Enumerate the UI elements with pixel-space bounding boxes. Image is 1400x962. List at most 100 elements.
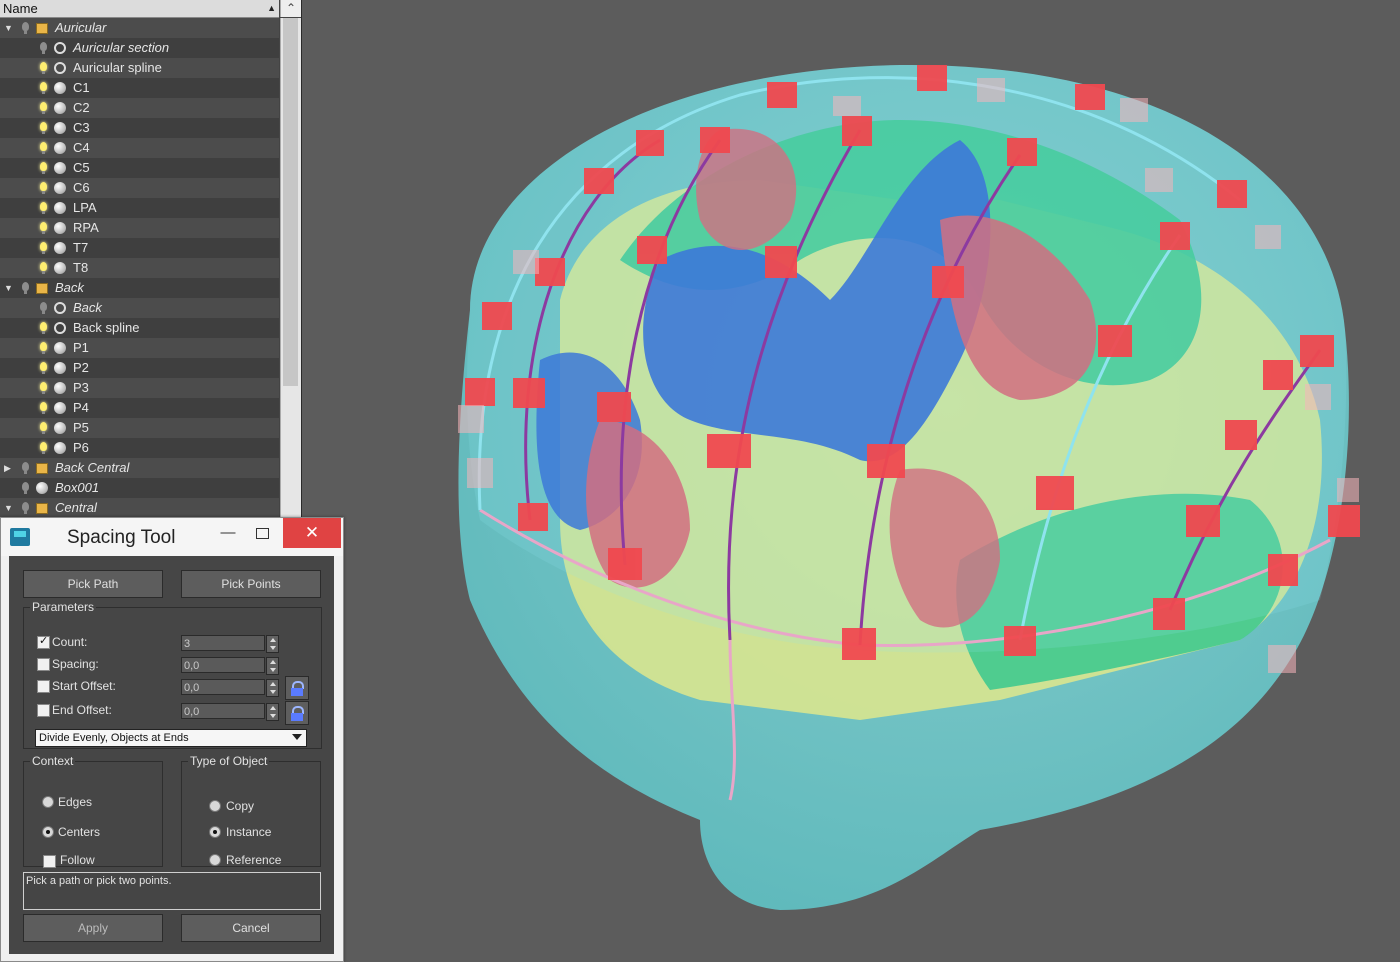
- dialog-titlebar[interactable]: Spacing Tool — ✕: [1, 518, 343, 556]
- context-centers-radio[interactable]: [42, 826, 54, 838]
- scene-tree: ▼ Auricular Auricular section Auricular spl…: [0, 18, 279, 518]
- follow-checkbox[interactable]: [43, 855, 56, 868]
- start-offset-checkbox[interactable]: [37, 680, 50, 693]
- end-offset-spinner[interactable]: [266, 703, 279, 721]
- end-offset-lock-icon[interactable]: [285, 701, 309, 725]
- instance-label: Instance: [226, 825, 272, 839]
- tree-row[interactable]: ▼ Back: [0, 278, 279, 298]
- tree-row[interactable]: RPA: [0, 218, 279, 238]
- visibility-bulb-icon[interactable]: [40, 242, 47, 254]
- cancel-button[interactable]: Cancel: [181, 914, 321, 942]
- brain-scene: [458, 64, 1360, 911]
- start-offset-spinner[interactable]: [266, 679, 279, 697]
- tree-row[interactable]: Back: [0, 298, 279, 318]
- tree-row-label: P6: [73, 440, 89, 455]
- electrode-cube: [637, 236, 667, 264]
- tree-row[interactable]: ▶ Back Central: [0, 458, 279, 478]
- maximize-button[interactable]: [239, 518, 285, 548]
- tree-row[interactable]: C2: [0, 98, 279, 118]
- tree-row[interactable]: P4: [0, 398, 279, 418]
- visibility-bulb-icon[interactable]: [22, 482, 29, 494]
- context-edges-radio[interactable]: [42, 796, 54, 808]
- end-offset-field[interactable]: 0,0: [181, 703, 265, 719]
- tree-row[interactable]: P5: [0, 418, 279, 438]
- tree-row[interactable]: T7: [0, 238, 279, 258]
- visibility-bulb-icon[interactable]: [40, 402, 47, 414]
- tree-row[interactable]: Auricular spline: [0, 58, 279, 78]
- electrode-cube: [535, 258, 565, 286]
- tree-row[interactable]: ▼ Auricular: [0, 18, 279, 38]
- visibility-bulb-icon[interactable]: [40, 62, 47, 74]
- pick-path-button[interactable]: Pick Path: [23, 570, 163, 598]
- column-header-name[interactable]: Name ▲: [0, 0, 279, 18]
- tree-row[interactable]: P1: [0, 338, 279, 358]
- visibility-bulb-icon[interactable]: [40, 42, 47, 54]
- 3d-viewport[interactable]: [300, 0, 1400, 960]
- visibility-bulb-icon[interactable]: [22, 462, 29, 474]
- visibility-bulb-icon[interactable]: [22, 282, 29, 294]
- visibility-bulb-icon[interactable]: [40, 122, 47, 134]
- start-offset-field[interactable]: 0,0: [181, 679, 265, 695]
- visibility-bulb-icon[interactable]: [40, 422, 47, 434]
- spacing-field[interactable]: 0,0: [181, 657, 265, 673]
- tree-row[interactable]: C5: [0, 158, 279, 178]
- sphere-icon: [54, 402, 66, 414]
- status-message: Pick a path or pick two points.: [23, 872, 321, 910]
- tree-row[interactable]: C4: [0, 138, 279, 158]
- visibility-bulb-icon[interactable]: [40, 382, 47, 394]
- count-checkbox[interactable]: ✓: [37, 635, 50, 649]
- tree-row[interactable]: ▼ Central: [0, 498, 279, 518]
- count-spinner[interactable]: [266, 635, 279, 653]
- tree-row[interactable]: Box001: [0, 478, 279, 498]
- visibility-bulb-icon[interactable]: [40, 82, 47, 94]
- spacing-spinner[interactable]: [266, 657, 279, 675]
- tree-row[interactable]: C6: [0, 178, 279, 198]
- tree-row-label: C4: [73, 140, 90, 155]
- copy-radio[interactable]: [209, 800, 221, 812]
- visibility-bulb-icon[interactable]: [40, 262, 47, 274]
- tree-row[interactable]: C1: [0, 78, 279, 98]
- tree-row[interactable]: P3: [0, 378, 279, 398]
- expand-closed-icon[interactable]: ▶: [4, 458, 14, 478]
- expand-open-icon[interactable]: ▼: [4, 498, 14, 518]
- tree-row[interactable]: T8: [0, 258, 279, 278]
- tree-row[interactable]: P2: [0, 358, 279, 378]
- visibility-bulb-icon[interactable]: [40, 162, 47, 174]
- tree-row[interactable]: LPA: [0, 198, 279, 218]
- tree-row[interactable]: Back spline: [0, 318, 279, 338]
- visibility-bulb-icon[interactable]: [40, 222, 47, 234]
- scroll-up-arrow-icon[interactable]: ⌃: [280, 0, 301, 17]
- end-offset-checkbox[interactable]: [37, 704, 50, 717]
- reference-radio[interactable]: [209, 854, 221, 866]
- expand-open-icon[interactable]: ▼: [4, 278, 14, 298]
- tree-row[interactable]: P6: [0, 438, 279, 458]
- visibility-bulb-icon[interactable]: [22, 22, 29, 34]
- visibility-bulb-icon[interactable]: [40, 362, 47, 374]
- visibility-bulb-icon[interactable]: [40, 442, 47, 454]
- tree-row-label: T7: [73, 240, 89, 255]
- visibility-bulb-icon[interactable]: [40, 342, 47, 354]
- count-field[interactable]: 3: [181, 635, 265, 651]
- spacing-checkbox[interactable]: [37, 658, 50, 671]
- apply-button[interactable]: Apply: [23, 914, 163, 942]
- tree-row[interactable]: Auricular section: [0, 38, 279, 58]
- spacing-mode-dropdown[interactable]: Divide Evenly, Objects at Ends: [35, 729, 307, 747]
- visibility-bulb-icon[interactable]: [40, 142, 47, 154]
- visibility-bulb-icon[interactable]: [40, 302, 47, 314]
- scrollbar-thumb[interactable]: [283, 18, 298, 386]
- visibility-bulb-icon[interactable]: [40, 182, 47, 194]
- visibility-bulb-icon[interactable]: [40, 102, 47, 114]
- pick-points-button[interactable]: Pick Points: [181, 570, 321, 598]
- instance-radio[interactable]: [209, 826, 221, 838]
- close-button[interactable]: ✕: [283, 518, 341, 548]
- electrode-cube-faded: [1145, 168, 1173, 192]
- expand-open-icon[interactable]: ▼: [4, 18, 14, 38]
- start-offset-lock-icon[interactable]: [285, 676, 309, 700]
- sphere-icon: [54, 342, 66, 354]
- visibility-bulb-icon[interactable]: [22, 502, 29, 514]
- visibility-bulb-icon[interactable]: [40, 202, 47, 214]
- chevron-down-icon: [292, 734, 302, 740]
- sort-ascending-icon[interactable]: ▲: [267, 0, 276, 17]
- tree-row[interactable]: C3: [0, 118, 279, 138]
- visibility-bulb-icon[interactable]: [40, 322, 47, 334]
